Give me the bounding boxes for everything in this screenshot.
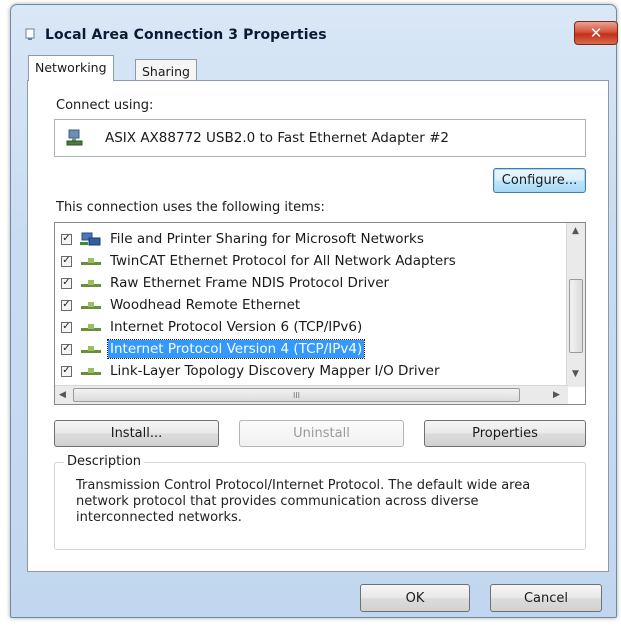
list-item-selected[interactable]: ✓ Internet Protocol Version 4 (TCP/IPv4)	[55, 338, 560, 360]
vertical-scroll-thumb[interactable]	[569, 279, 583, 353]
item-label: Woodhead Remote Ethernet	[110, 297, 301, 313]
item-checkbox[interactable]: ✓	[61, 255, 72, 267]
network-protocol-icon	[81, 258, 101, 265]
item-checkbox[interactable]: ✓	[61, 343, 72, 355]
vertical-scrollbar[interactable]: ▲ ▼	[566, 223, 585, 387]
window-title: Local Area Connection 3 Properties	[45, 27, 327, 43]
item-label: Link-Layer Topology Discovery Mapper I/O…	[110, 363, 440, 379]
adapter-box: ASIX AX88772 USB2.0 to Fast Ethernet Ada…	[54, 119, 586, 157]
items-label: This connection uses the following items…	[56, 200, 325, 215]
horizontal-scroll-thumb[interactable]: III	[73, 388, 520, 402]
items-list[interactable]: ✓ File and Printer Sharing for Microsoft…	[54, 222, 586, 405]
cancel-button[interactable]: Cancel	[490, 584, 602, 612]
description-label: Description	[64, 454, 145, 469]
item-checkbox[interactable]: ✓	[61, 299, 72, 311]
network-protocol-icon	[81, 302, 101, 309]
network-adapter-icon	[66, 129, 83, 146]
list-item[interactable]: ✓ Link-Layer Topology Discovery Mapper I…	[55, 360, 560, 382]
list-item[interactable]: ✓ TwinCAT Ethernet Protocol for All Netw…	[55, 250, 560, 272]
item-checkbox[interactable]: ✓	[61, 321, 72, 333]
list-item[interactable]: ✓ Woodhead Remote Ethernet	[55, 294, 560, 316]
tab-sharing[interactable]: Sharing	[135, 59, 197, 81]
adapter-name: ASIX AX88772 USB2.0 to Fast Ethernet Ada…	[105, 130, 449, 146]
file-printer-sharing-icon	[80, 232, 101, 246]
network-icon	[25, 28, 35, 40]
scroll-grip: III	[292, 390, 301, 400]
scroll-right-arrow-icon[interactable]: ▶	[553, 390, 560, 400]
item-label: Raw Ethernet Frame NDIS Protocol Driver	[110, 275, 390, 291]
network-protocol-icon	[81, 368, 101, 375]
configure-button[interactable]: Configure...	[493, 168, 586, 193]
item-label: Internet Protocol Version 6 (TCP/IPv6)	[110, 319, 363, 335]
item-label: TwinCAT Ethernet Protocol for All Networ…	[110, 253, 456, 269]
network-protocol-icon	[81, 324, 101, 331]
list-item[interactable]: ✓ File and Printer Sharing for Microsoft…	[55, 228, 560, 250]
close-icon: ✕	[589, 24, 603, 42]
ok-button[interactable]: OK	[360, 584, 470, 612]
list-item[interactable]: ✓ Internet Protocol Version 6 (TCP/IPv6)	[55, 316, 560, 338]
network-protocol-icon	[81, 280, 101, 287]
connect-using-label: Connect using:	[56, 98, 154, 113]
item-checkbox[interactable]: ✓	[61, 277, 72, 289]
scroll-up-arrow-icon[interactable]: ▲	[572, 226, 579, 236]
uninstall-button[interactable]: Uninstall	[239, 420, 404, 447]
item-label: Internet Protocol Version 4 (TCP/IPv4)	[106, 339, 366, 359]
item-checkbox[interactable]: ✓	[61, 233, 72, 245]
description-text: Transmission Control Protocol/Internet P…	[76, 478, 531, 525]
list-item[interactable]: ✓ Raw Ethernet Frame NDIS Protocol Drive…	[55, 272, 560, 294]
tab-networking[interactable]: Networking	[28, 55, 114, 81]
install-button[interactable]: Install...	[54, 420, 219, 447]
properties-button[interactable]: Properties	[424, 420, 586, 447]
network-protocol-icon	[81, 346, 101, 353]
scroll-down-arrow-icon[interactable]: ▼	[572, 369, 579, 379]
item-checkbox[interactable]: ✓	[61, 365, 72, 377]
horizontal-scrollbar[interactable]: ◀ III ▶	[55, 385, 568, 404]
scroll-left-arrow-icon[interactable]: ◀	[59, 390, 66, 400]
item-label: File and Printer Sharing for Microsoft N…	[110, 231, 424, 247]
close-button[interactable]: ✕	[574, 21, 618, 45]
